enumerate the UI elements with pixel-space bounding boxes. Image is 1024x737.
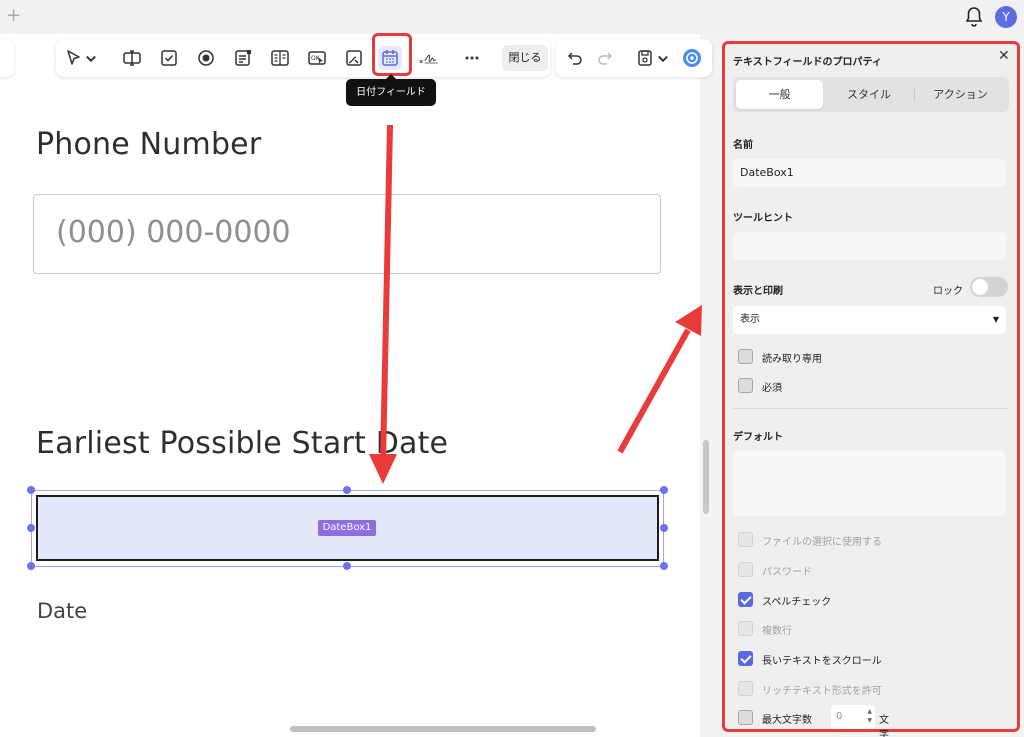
file-select-checkbox[interactable]	[738, 532, 753, 547]
user-avatar[interactable]: Y	[995, 6, 1017, 28]
stepper-arrows-icon[interactable]: ▲ ▼	[867, 707, 872, 725]
close-form-edit-button[interactable]: 閉じる	[502, 45, 548, 71]
resize-handle-bottom-left[interactable]	[27, 562, 35, 570]
save-icon[interactable]	[633, 46, 657, 70]
password-label: パスワード	[762, 567, 812, 578]
text-field-properties-panel: テキストフィールドのプロパティ ✕ 一般 スタイル アクション 名前 DateB…	[722, 41, 1020, 737]
date-tool-highlight	[372, 33, 412, 76]
save-chevron-down-icon[interactable]	[656, 46, 670, 70]
svg-text:OK: OK	[311, 55, 321, 62]
tab-action[interactable]: アクション	[915, 80, 1006, 109]
lock-toggle[interactable]	[970, 277, 1008, 297]
datebox-name-tag: DateBox1	[318, 520, 376, 536]
resize-handle-top[interactable]	[343, 486, 351, 494]
canvas-vertical-scrollbar[interactable]	[703, 440, 709, 514]
redo-icon[interactable]	[594, 46, 618, 70]
spellcheck-label: スペルチェック	[762, 597, 832, 608]
max-chars-suffix: 文字	[879, 715, 889, 737]
visibility-select-value: 表示	[740, 314, 760, 325]
scroll-long-text-checkbox[interactable]	[738, 651, 753, 666]
rich-text-label: リッチテキスト形式を許可	[762, 686, 882, 697]
readonly-label: 読み取り専用	[762, 354, 822, 365]
button-tool-icon[interactable]: OK	[305, 46, 329, 70]
select-tool-chevron-down-icon[interactable]	[84, 46, 98, 70]
rich-text-checkbox[interactable]	[738, 681, 753, 696]
top-bar: + Y	[0, 0, 1024, 34]
max-chars-checkbox[interactable]	[738, 710, 753, 725]
multiline-checkbox[interactable]	[738, 621, 753, 636]
date-field-tooltip: 日付フィールド	[346, 74, 436, 106]
toolbar-left-stub	[0, 39, 14, 77]
panel-divider	[733, 408, 1009, 409]
scroll-long-text-label: 長いテキストをスクロール	[762, 656, 882, 667]
max-chars-value: 0	[836, 711, 843, 722]
text-field-tool-icon[interactable]	[120, 46, 144, 70]
date-label: Date	[37, 599, 88, 623]
new-tab-plus-icon[interactable]: +	[6, 5, 21, 26]
panel-title: テキストフィールドのプロパティ	[733, 57, 882, 68]
phone-placeholder: (000) 000-0000	[56, 215, 291, 250]
canvas-horizontal-scrollbar[interactable]	[290, 726, 596, 732]
ai-assistant-icon[interactable]	[680, 46, 704, 70]
select-tool-icon[interactable]	[62, 46, 86, 70]
default-label: デフォルト	[733, 432, 783, 443]
resize-handle-bottom-right[interactable]	[660, 562, 668, 570]
panel-close-icon[interactable]: ✕	[998, 48, 1010, 64]
resize-handle-left[interactable]	[27, 524, 35, 532]
password-checkbox[interactable]	[738, 562, 753, 577]
checkbox-tool-icon[interactable]	[157, 46, 181, 70]
max-chars-stepper[interactable]: 0 ▲ ▼	[831, 705, 875, 729]
spellcheck-checkbox[interactable]	[738, 592, 753, 607]
readonly-checkbox[interactable]	[738, 349, 753, 364]
history-toolbar	[556, 39, 712, 77]
tooltip-label: ツールヒント	[733, 213, 793, 224]
undo-icon[interactable]	[562, 46, 586, 70]
name-label: 名前	[733, 140, 753, 151]
form-toolbar: OK	[56, 39, 550, 77]
tab-general[interactable]: 一般	[736, 80, 823, 109]
radio-button-tool-icon[interactable]	[194, 46, 218, 70]
visibility-label: 表示と印刷	[733, 286, 783, 297]
tooltip-input[interactable]	[733, 232, 1006, 260]
resize-handle-top-right[interactable]	[660, 486, 668, 494]
default-value-input[interactable]	[733, 451, 1006, 516]
max-chars-label: 最大文字数	[762, 715, 812, 726]
phone-number-heading: Phone Number	[36, 127, 262, 162]
phone-number-field[interactable]: (000) 000-0000	[33, 194, 661, 274]
multiline-label: 複数行	[762, 626, 792, 637]
combo-box-tool-icon[interactable]	[268, 46, 292, 70]
list-box-tool-icon[interactable]	[231, 46, 255, 70]
required-label: 必須	[762, 383, 782, 394]
name-input[interactable]: DateBox1	[733, 159, 1006, 187]
notification-bell-icon[interactable]	[964, 6, 984, 28]
start-date-heading: Earliest Possible Start Date	[36, 426, 449, 461]
select-caret-icon: ▼	[992, 315, 999, 324]
image-field-tool-icon[interactable]	[342, 46, 366, 70]
required-checkbox[interactable]	[738, 378, 753, 393]
panel-tabs: 一般 スタイル アクション	[733, 77, 1009, 112]
resize-handle-right[interactable]	[660, 524, 668, 532]
tab-style[interactable]: スタイル	[825, 80, 913, 109]
resize-handle-top-left[interactable]	[27, 486, 35, 494]
resize-handle-bottom[interactable]	[343, 562, 351, 570]
more-options-icon[interactable]	[460, 46, 484, 70]
visibility-select[interactable]: 表示 ▼	[733, 306, 1006, 334]
signature-tool-icon[interactable]	[415, 46, 443, 70]
file-select-label: ファイルの選択に使用する	[762, 537, 882, 548]
lock-label: ロック	[933, 286, 963, 297]
